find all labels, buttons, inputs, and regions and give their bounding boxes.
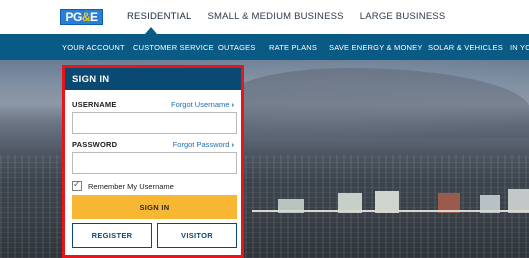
pge-logo[interactable]: PG&E: [60, 9, 103, 25]
active-tab-indicator: [145, 27, 157, 34]
tab-small-medium-business[interactable]: SMALL & MEDIUM BUSINESS: [208, 11, 344, 22]
visitor-button[interactable]: VISITOR: [157, 223, 237, 248]
sign-in-header: SIGN IN: [65, 68, 241, 90]
segment-tabs: RESIDENTIAL SMALL & MEDIUM BUSINESS LARG…: [127, 11, 461, 22]
sign-in-title: SIGN IN: [72, 74, 110, 85]
tab-large-business[interactable]: LARGE BUSINESS: [360, 11, 446, 22]
sign-in-panel: SIGN IN USERNAME Forgot Username › PASSW…: [62, 65, 244, 258]
forgot-password-link[interactable]: Forgot Password ›: [173, 140, 234, 149]
nav-solar-vehicles[interactable]: SOLAR & VEHICLES: [428, 43, 503, 52]
chevron-right-icon: ›: [231, 140, 235, 149]
chevron-right-icon: ›: [231, 100, 235, 109]
road: [252, 210, 529, 212]
password-label: PASSWORD: [72, 140, 118, 149]
username-input[interactable]: [72, 112, 237, 134]
main-nav: YOUR ACCOUNT CUSTOMER SERVICE OUTAGES RA…: [0, 34, 529, 60]
nav-in-your-community[interactable]: IN YO: [510, 43, 529, 52]
forgot-password-text: Forgot Password: [172, 140, 230, 149]
remember-username-label: Remember My Username: [88, 181, 174, 191]
forgot-username-text: Forgot Username: [171, 100, 230, 109]
nav-outages[interactable]: OUTAGES: [218, 43, 256, 52]
forgot-username-link[interactable]: Forgot Username ›: [171, 100, 234, 109]
nav-your-account[interactable]: YOUR ACCOUNT: [62, 43, 125, 52]
tab-residential[interactable]: RESIDENTIAL: [127, 11, 192, 22]
register-button[interactable]: REGISTER: [72, 223, 152, 248]
sign-in-button[interactable]: SIGN IN: [72, 195, 237, 219]
remember-username-row: Remember My Username: [72, 179, 174, 191]
username-label: USERNAME: [72, 100, 117, 109]
remember-username-checkbox[interactable]: [72, 179, 82, 191]
password-input[interactable]: [72, 152, 237, 174]
logo-text: PG&E: [65, 10, 98, 24]
top-bar: PG&E RESIDENTIAL SMALL & MEDIUM BUSINESS…: [0, 0, 529, 34]
nav-customer-service[interactable]: CUSTOMER SERVICE: [133, 43, 214, 52]
nav-rate-plans[interactable]: RATE PLANS: [269, 43, 317, 52]
nav-save-energy-money[interactable]: SAVE ENERGY & MONEY: [329, 43, 423, 52]
